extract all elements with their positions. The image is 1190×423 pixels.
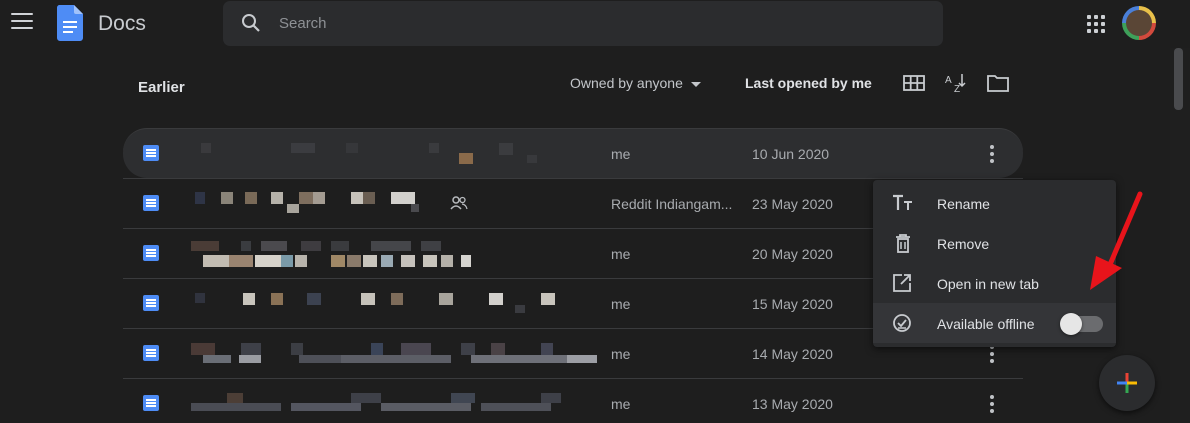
- menu-item-label: Open in new tab: [937, 276, 1039, 292]
- account-avatar[interactable]: [1122, 6, 1156, 40]
- doc-file-icon: [143, 245, 159, 261]
- top-bar: Docs: [0, 0, 1190, 48]
- section-title: Earlier: [138, 79, 185, 96]
- search-icon[interactable]: [241, 13, 261, 33]
- more-options-icon[interactable]: [989, 145, 995, 163]
- menu-item-label: Available offline: [937, 316, 1035, 332]
- file-date: 10 Jun 2020: [752, 146, 830, 162]
- trash-icon: [896, 234, 910, 253]
- more-options-icon[interactable]: [989, 345, 995, 363]
- grid-view-icon[interactable]: [902, 72, 926, 94]
- file-name-blurred: [191, 289, 611, 321]
- doc-file-icon: [143, 295, 159, 311]
- google-apps-icon[interactable]: [1087, 15, 1105, 33]
- file-name-blurred: [191, 389, 611, 421]
- menu-item-remove[interactable]: Remove: [873, 223, 1116, 263]
- sort-az-icon[interactable]: A Z: [944, 72, 968, 94]
- new-document-button[interactable]: [1099, 355, 1155, 411]
- doc-file-icon: [143, 395, 159, 411]
- open-in-new-icon: [893, 274, 911, 292]
- doc-file-icon: [143, 145, 159, 161]
- search-bar[interactable]: [223, 1, 943, 46]
- file-owner: me: [611, 296, 631, 312]
- file-owner: me: [611, 146, 631, 162]
- app-title[interactable]: Docs: [98, 12, 146, 36]
- file-date: 14 May 2020: [752, 346, 833, 362]
- file-owner: me: [611, 396, 631, 412]
- file-name-blurred: [191, 139, 611, 171]
- svg-text:Z: Z: [954, 84, 960, 94]
- file-date: 13 May 2020: [752, 396, 833, 412]
- menu-item-label: Remove: [937, 236, 990, 252]
- menu-item-available-offline[interactable]: Available offline: [873, 303, 1116, 343]
- file-owner: Reddit Indiangam...: [611, 196, 733, 212]
- plus-icon: [1117, 373, 1137, 393]
- caret-down-icon: [690, 81, 701, 87]
- shared-people-icon: [450, 196, 468, 210]
- menu-item-rename[interactable]: Rename: [873, 183, 1116, 223]
- offline-toggle[interactable]: [1060, 313, 1103, 335]
- scrollbar-thumb[interactable]: [1174, 48, 1183, 110]
- file-row[interactable]: me 13 May 2020: [123, 378, 1023, 423]
- svg-text:A: A: [945, 75, 952, 86]
- text-format-icon: [893, 194, 912, 210]
- file-owner: me: [611, 246, 631, 262]
- main-menu-icon[interactable]: [11, 13, 33, 31]
- file-context-menu: Rename Remove Open in new tab Available …: [873, 180, 1116, 347]
- file-name-blurred: [191, 239, 611, 271]
- offline-check-icon: [893, 314, 911, 332]
- file-name-blurred: [191, 189, 611, 221]
- owner-filter-dropdown[interactable]: Owned by anyone: [570, 75, 701, 91]
- docs-logo-icon[interactable]: [57, 5, 83, 41]
- sort-order-button[interactable]: Last opened by me: [745, 75, 872, 91]
- file-date: 20 May 2020: [752, 246, 833, 262]
- annotation-arrow-icon: [1090, 191, 1143, 290]
- file-row[interactable]: me 10 Jun 2020: [123, 128, 1023, 178]
- more-options-icon[interactable]: [989, 395, 995, 413]
- file-date: 23 May 2020: [752, 196, 833, 212]
- search-input[interactable]: [279, 1, 919, 46]
- menu-item-open-new-tab[interactable]: Open in new tab: [873, 263, 1116, 303]
- file-name-blurred: [191, 339, 611, 371]
- doc-file-icon: [143, 345, 159, 361]
- file-owner: me: [611, 346, 631, 362]
- folder-icon[interactable]: [986, 72, 1010, 94]
- file-date: 15 May 2020: [752, 296, 833, 312]
- doc-file-icon: [143, 195, 159, 211]
- menu-item-label: Rename: [937, 196, 990, 212]
- owner-filter-label: Owned by anyone: [570, 75, 683, 91]
